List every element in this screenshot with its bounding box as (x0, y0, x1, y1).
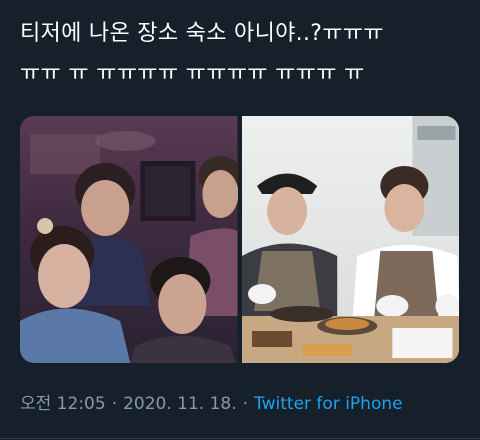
meta-separator-1: · (111, 394, 118, 414)
media-photo-right[interactable] (241, 116, 459, 363)
tweet-text-line-1: 티저에 나온 장소 숙소 아니야..?ㅠㅠㅠ (20, 21, 384, 46)
tweet-meta: 오전 12:05 · 2020. 11. 18. · Twitter for iPhon… (20, 392, 403, 416)
bottom-divider (0, 438, 480, 439)
photo-left-image (20, 116, 238, 363)
tweet-text-line-2: ㅠㅠ ㅠ ㅠㅠㅠㅠ ㅠㅠㅠㅠ ㅠㅠㅠ ㅠ (20, 61, 365, 86)
tweet-source-link[interactable]: Twitter for iPhone (254, 394, 403, 414)
tweet-card: 티저에 나온 장소 숙소 아니야..?ㅠㅠㅠ ㅠㅠ ㅠ ㅠㅠㅠㅠ ㅠㅠㅠㅠ ㅠㅠㅠ… (0, 0, 480, 440)
tweet-text: 티저에 나온 장소 숙소 아니야..?ㅠㅠㅠ ㅠㅠ ㅠ ㅠㅠㅠㅠ ㅠㅠㅠㅠ ㅠㅠㅠ… (20, 14, 465, 94)
media-photo-left[interactable] (20, 116, 238, 363)
tweet-time: 오전 12:05 (20, 394, 106, 414)
tweet-date: 2020. 11. 18. (123, 394, 237, 414)
tweet-media (20, 116, 459, 363)
meta-separator-2: · (242, 394, 249, 414)
photo-right-image (241, 116, 459, 363)
